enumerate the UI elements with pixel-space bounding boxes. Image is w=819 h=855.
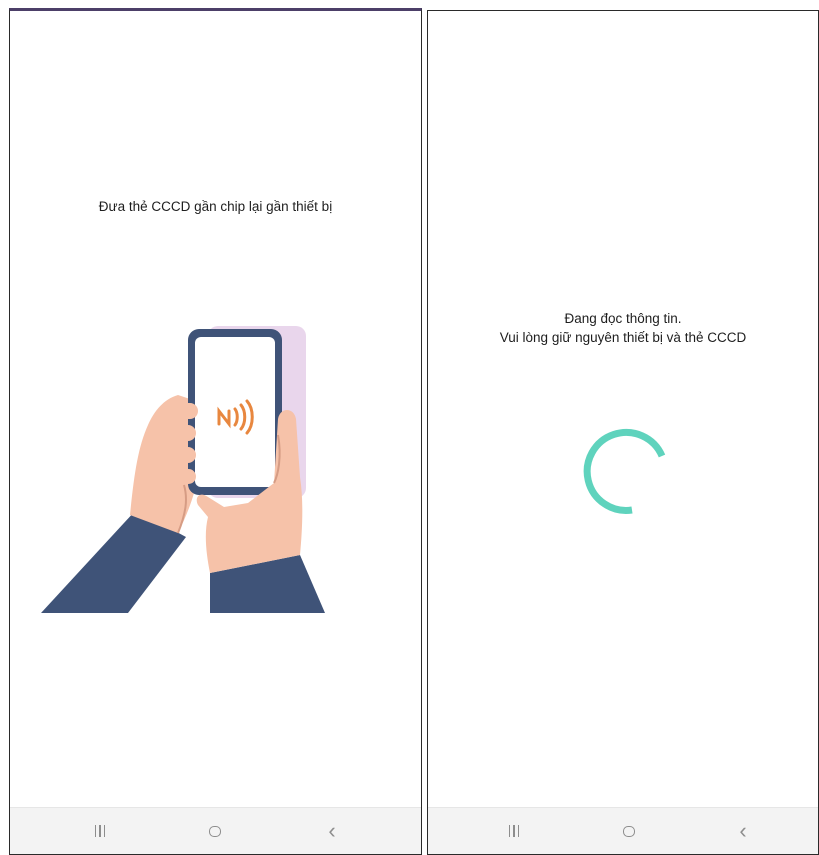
reading-card-screen: Đang đọc thông tin. Vui lòng giữ nguyên … — [427, 10, 819, 855]
back-icon[interactable]: ‹ — [320, 820, 344, 842]
back-icon[interactable]: ‹ — [731, 820, 755, 842]
recent-apps-icon[interactable] — [88, 820, 112, 842]
reading-status-text: Đang đọc thông tin. — [564, 311, 682, 326]
system-navigation-bar: ‹ — [10, 807, 421, 854]
loading-spinner-icon — [583, 428, 666, 514]
system-navigation-bar: ‹ — [428, 807, 818, 854]
home-icon[interactable] — [617, 820, 641, 842]
recent-apps-icon[interactable] — [502, 820, 526, 842]
hand-holding-phone-illustration — [41, 326, 325, 613]
home-icon[interactable] — [203, 820, 227, 842]
nfc-instruction-text: Đưa thẻ CCCD gần chip lại gần thiết bị — [98, 199, 333, 214]
screenshot-canvas: Đưa thẻ CCCD gần chip lại gần thiết bị ‹… — [0, 0, 819, 855]
keep-device-still-text: Vui lòng giữ nguyên thiết bị và thẻ CCCD — [499, 330, 747, 345]
nfc-instruction-screen: Đưa thẻ CCCD gần chip lại gần thiết bị ‹ — [9, 8, 422, 855]
